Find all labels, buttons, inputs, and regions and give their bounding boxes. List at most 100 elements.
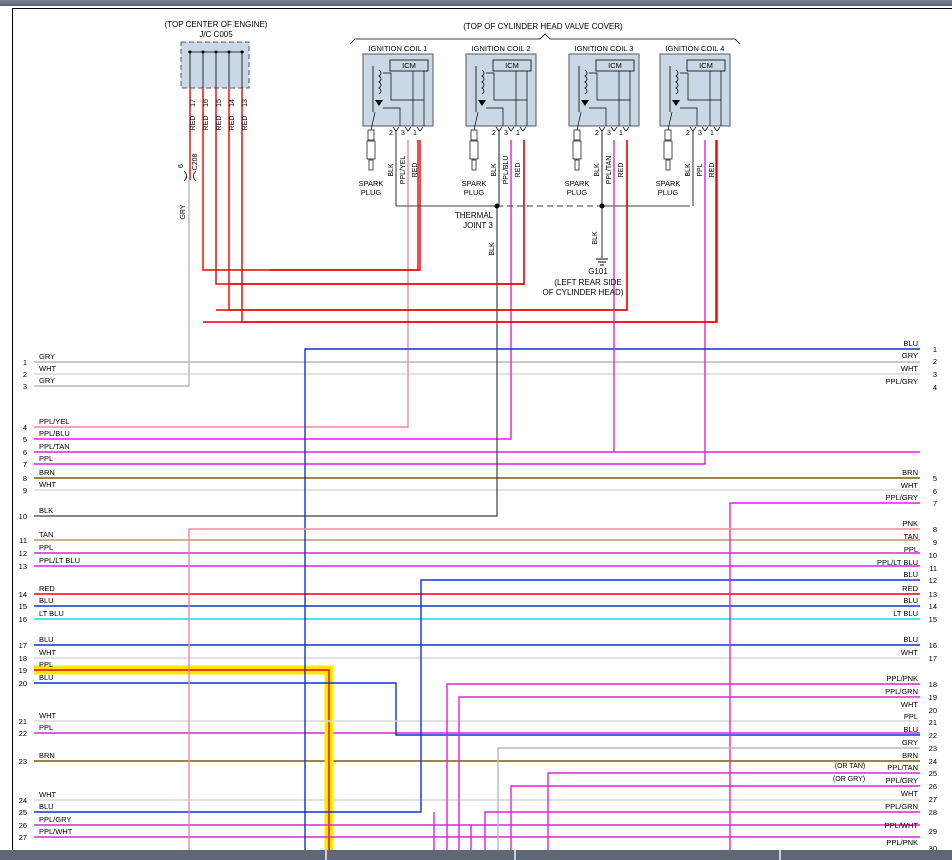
highlight-wire-19 [34, 665, 334, 850]
right-pin-number: 28 [929, 808, 937, 817]
gry-wire-label: GRY [180, 204, 187, 219]
left-wire-label: PPL/GRY [39, 815, 71, 824]
wire-left-20 [34, 682, 920, 736]
right-wire-label: RED [902, 584, 918, 593]
bottom-divider [779, 850, 781, 860]
coil-location-label: (TOP OF CYLINDER HEAD VALVE COVER) [463, 22, 623, 31]
wire-right-28 [484, 811, 920, 850]
left-pin-number: 3 [23, 382, 27, 391]
right-wire-label: BRN [902, 751, 918, 760]
thermal-joint-label-2: JOINT 3 [463, 221, 493, 230]
wires-layer [34, 88, 920, 850]
right-wire-label: WHT [901, 364, 918, 373]
left-wire-label: WHT [39, 648, 56, 657]
spark-plug-label: PLUG [658, 188, 679, 197]
right-pin-number: 9 [933, 538, 937, 547]
jc-c005-box [180, 41, 250, 89]
left-wire-label: PPL/LT BLU [39, 556, 80, 565]
icm-label: ICM [608, 61, 622, 70]
coil-pin-label: 1 [413, 130, 417, 137]
wire-right-8 [188, 528, 920, 850]
right-wire-label: BLU [903, 725, 918, 734]
pin-chevron-icon [689, 126, 697, 132]
jc-splice-dot [240, 50, 244, 54]
alt-note-tan: (OR TAN) [835, 763, 865, 770]
connector-c208-label: C208 [192, 154, 199, 171]
right-wire-label: PPL/GRY [886, 493, 918, 502]
left-wire-label: BRN [39, 468, 55, 477]
left-pin-number: 27 [19, 833, 27, 842]
left-wire-label: BRN [39, 751, 55, 760]
thermal-joint-dot [494, 203, 500, 209]
right-pin-number: 18 [929, 680, 937, 689]
right-pin-number: 23 [929, 744, 937, 753]
coil-pin-label: 1 [516, 130, 520, 137]
left-wire-label: PPL [39, 660, 53, 669]
thermal-joint-label-1: THERMAL [455, 211, 494, 220]
right-pin-number: 24 [929, 757, 937, 766]
spark-plug-label: SPARK [462, 179, 487, 188]
spark-plug-icon [573, 129, 581, 141]
right-wire-label: WHT [901, 648, 918, 657]
coil-pin-label: 3 [504, 130, 508, 137]
right-pin-number: 22 [929, 731, 937, 740]
left-pin-number: 8 [23, 474, 27, 483]
right-wire-label: PPL/LT BLU [877, 558, 918, 567]
right-wire-label: BRN [902, 468, 918, 477]
right-pin-number: 3 [933, 370, 937, 379]
generated-layer: 17RED16RED15RED14RED13REDIGNITION COIL 1… [19, 44, 937, 853]
left-pin-number: 15 [19, 602, 27, 611]
left-pin-number: 4 [23, 423, 27, 432]
left-pin-number: 16 [19, 615, 27, 624]
left-wire-label: BLU [39, 802, 54, 811]
spark-plug-label: PLUG [361, 188, 382, 197]
coil-wire-label: RED [709, 163, 716, 178]
jc-pin-label: 17 [190, 99, 197, 107]
coil-wire-label: BLK [685, 163, 692, 177]
coil-pin-label: 2 [389, 130, 393, 137]
spark-plug-icon [664, 129, 672, 141]
coil-pin-label: 1 [710, 130, 714, 137]
jc-wire-color-label: RED [242, 116, 249, 131]
spark-plug-icon [470, 129, 478, 141]
bottom-divider [325, 850, 327, 860]
left-pin-number: 25 [19, 808, 27, 817]
right-pin-number: 21 [929, 718, 937, 727]
right-pin-number: 6 [933, 487, 937, 496]
right-pin-number: 25 [929, 769, 937, 778]
coil-wire-label: BLK [491, 163, 498, 177]
bottom-divider [514, 850, 516, 860]
alt-note-gry: (OR GRY) [833, 776, 865, 783]
right-wire-label: PPL/PNK [886, 674, 918, 683]
left-wire-label: GRY [39, 376, 55, 385]
pin-chevron-icon [416, 126, 424, 132]
right-wire-label: WHT [901, 700, 918, 709]
left-pin-number: 1 [23, 358, 27, 367]
wire-left-3 [34, 180, 190, 387]
coil-pin-label: 3 [401, 130, 405, 137]
left-pin-number: 10 [19, 512, 27, 521]
coil-pin-label: 2 [686, 130, 690, 137]
coil-name-label: IGNITION COIL 2 [472, 44, 531, 53]
right-pin-number: 29 [929, 827, 937, 836]
jc-pin-label: 16 [203, 99, 210, 107]
pin-chevron-icon [495, 126, 503, 132]
right-pin-number: 7 [933, 499, 937, 508]
left-pin-number: 18 [19, 654, 27, 663]
left-wire-label: BLU [39, 596, 54, 605]
right-pin-number: 27 [929, 795, 937, 804]
jc-pin-label: 14 [229, 99, 236, 107]
icm-label: ICM [402, 61, 416, 70]
left-wire-label: WHT [39, 480, 56, 489]
left-wire-label: PPL [39, 723, 53, 732]
wiring-diagram: (TOP CENTER OF ENGINE) J/C C005 (TOP OF … [19, 20, 937, 853]
right-wire-label: LT BLU [893, 609, 918, 618]
jc-splice-dot [227, 50, 231, 54]
pin-chevron-icon [392, 126, 400, 132]
right-wire-label: PPL/WHT [885, 821, 919, 830]
wire-left-25 [34, 579, 920, 813]
coil-wire-label: RED [618, 163, 625, 178]
pin-chevron-icon [519, 126, 527, 132]
spark-plug-body [366, 140, 376, 160]
left-pin-number: 11 [19, 536, 27, 545]
